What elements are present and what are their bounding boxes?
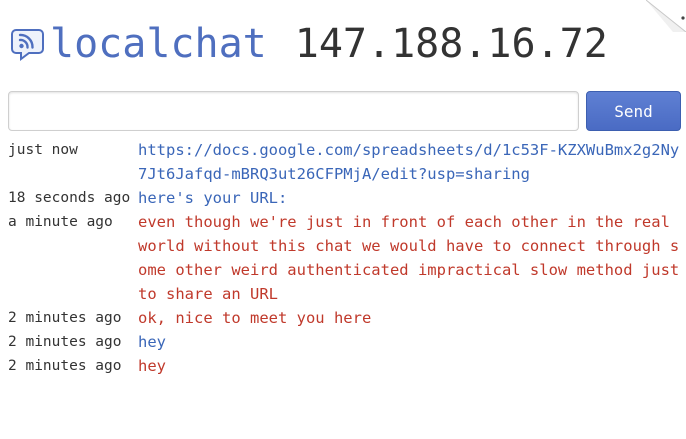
host-address: 147.188.16.72 (294, 21, 608, 67)
chat-rss-icon (11, 29, 44, 61)
message-text: ok, nice to meet you here (138, 309, 372, 327)
message-timestamp: 2 minutes ago (8, 310, 122, 326)
message-input[interactable] (8, 91, 579, 131)
message-row: 2 minutes ago ok, nice to meet you here (8, 306, 680, 330)
message-row: 18 seconds ago here's your URL: (8, 186, 680, 210)
message-text: hey (138, 357, 166, 375)
message-list: just now https://docs.google.com/spreadsh… (8, 138, 680, 378)
message-timestamp: just now (8, 142, 78, 158)
message-text: hey (138, 333, 166, 351)
page-curl-corner (646, 0, 686, 32)
message-text: here's your URL: (138, 189, 288, 207)
message-row: just now https://docs.google.com/spreadsh… (8, 138, 680, 186)
message-timestamp: 2 minutes ago (8, 358, 122, 374)
message-timestamp: a minute ago (8, 214, 113, 230)
message-text: even though we're just in front of each … (138, 213, 680, 303)
message-timestamp: 18 seconds ago (8, 190, 131, 206)
send-button[interactable]: Send (586, 91, 681, 131)
app-title: localchat (50, 21, 267, 67)
message-timestamp: 2 minutes ago (8, 334, 122, 350)
composer: Send (8, 91, 681, 131)
message-row: 2 minutes ago hey (8, 330, 680, 354)
message-row: 2 minutes ago hey (8, 354, 680, 378)
app-header: localchat 147.188.16.72 (8, 14, 608, 74)
message-row: a minute ago even though we're just in fr… (8, 210, 680, 306)
message-link[interactable]: https://docs.google.com/spreadsheets/d/1… (138, 138, 680, 186)
